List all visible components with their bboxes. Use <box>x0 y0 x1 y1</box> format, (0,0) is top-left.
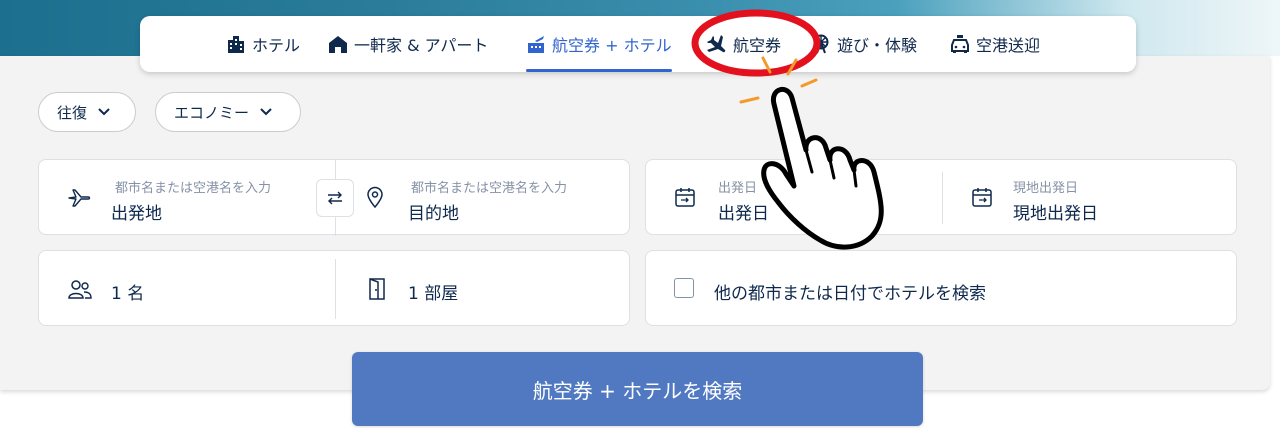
hotel-building-icon <box>228 36 244 53</box>
tab-flight-hotel-label: 航空券 + ホテル <box>552 36 672 55</box>
people-icon <box>68 280 92 299</box>
guests-card: 1 名 1 部屋 <box>38 250 630 326</box>
other-city-card: 他の都市または日付でホテルを検索 <box>645 250 1237 326</box>
tab-hotel-label: ホテル <box>252 36 301 55</box>
airplane-icon <box>707 35 726 53</box>
other-city-label: 他の都市または日付でホテルを検索 <box>714 284 986 304</box>
calendar-return-icon <box>972 188 992 207</box>
origin-placeholder: 都市名または空港名を入力 <box>115 181 272 196</box>
rooms-field[interactable]: 1 部屋 <box>336 251 631 325</box>
depart-date-field[interactable]: 出発日 出発日 <box>646 160 942 234</box>
calendar-depart-icon <box>675 188 695 207</box>
search-button[interactable]: 航空券 + ホテルを検索 <box>352 352 923 426</box>
tab-vacation-rental[interactable]: 一軒家 & アパート <box>328 16 488 72</box>
flight-hotel-icon <box>528 36 544 53</box>
trip-type-dropdown[interactable]: 往復 <box>38 92 136 132</box>
return-date-label: 現地出発日 <box>1013 181 1079 196</box>
chevron-down-icon <box>260 108 272 116</box>
tab-airport-transfer-label: 空港送迎 <box>976 36 1041 55</box>
tab-hotel[interactable]: ホテル <box>226 16 300 72</box>
map-pin-icon <box>367 186 383 208</box>
destination-field[interactable]: 都市名または空港名を入力 目的地 <box>336 160 631 234</box>
house-icon <box>329 36 347 53</box>
travelers-value: 1 名 <box>111 284 145 304</box>
airplane-icon <box>68 189 91 207</box>
tab-activities[interactable]: 遊び・体験 <box>811 16 917 72</box>
tab-vacation-rental-label: 一軒家 & アパート <box>354 36 489 55</box>
destination-placeholder: 都市名または空港名を入力 <box>411 181 568 196</box>
door-icon <box>369 278 385 300</box>
origin-field[interactable]: 都市名または空港名を入力 出発地 <box>39 160 335 234</box>
destination-value: 目的地 <box>408 204 459 224</box>
tab-flight-hotel[interactable]: 航空券 + ホテル <box>526 16 672 72</box>
depart-date-label: 出発日 <box>718 181 758 196</box>
ferris-wheel-icon <box>813 34 829 54</box>
origin-value: 出発地 <box>111 204 162 224</box>
cabin-class-dropdown[interactable]: エコノミー <box>155 92 301 132</box>
car-icon <box>951 35 969 53</box>
swap-arrows-icon <box>328 191 342 205</box>
tab-flights-label: 航空券 <box>733 36 782 55</box>
chevron-down-icon <box>98 108 110 116</box>
cabin-class-label: エコノミー <box>174 103 250 122</box>
depart-date-value: 出発日 <box>718 204 769 224</box>
travelers-field[interactable]: 1 名 <box>39 251 335 325</box>
page: 往復 エコノミー ホテル 一軒家 & アパート 航空券 + ホテル 航空券 遊び… <box>0 0 1280 428</box>
tab-activities-label: 遊び・体験 <box>837 36 918 55</box>
rooms-value: 1 部屋 <box>408 284 459 304</box>
return-date-field[interactable]: 現地出発日 現地出発日 <box>943 160 1238 234</box>
return-date-value: 現地出発日 <box>1013 204 1098 224</box>
tab-airport-transfer[interactable]: 空港送迎 <box>950 16 1040 72</box>
trip-type-label: 往復 <box>57 103 88 122</box>
tab-flights[interactable]: 航空券 <box>707 16 781 72</box>
other-city-checkbox[interactable] <box>674 278 694 298</box>
swap-route-button[interactable] <box>316 179 354 217</box>
category-tab-bar: ホテル 一軒家 & アパート 航空券 + ホテル 航空券 遊び・体験 空港送迎 <box>140 16 1136 72</box>
dates-card: 出発日 出発日 現地出発日 現地出発日 <box>645 159 1237 235</box>
